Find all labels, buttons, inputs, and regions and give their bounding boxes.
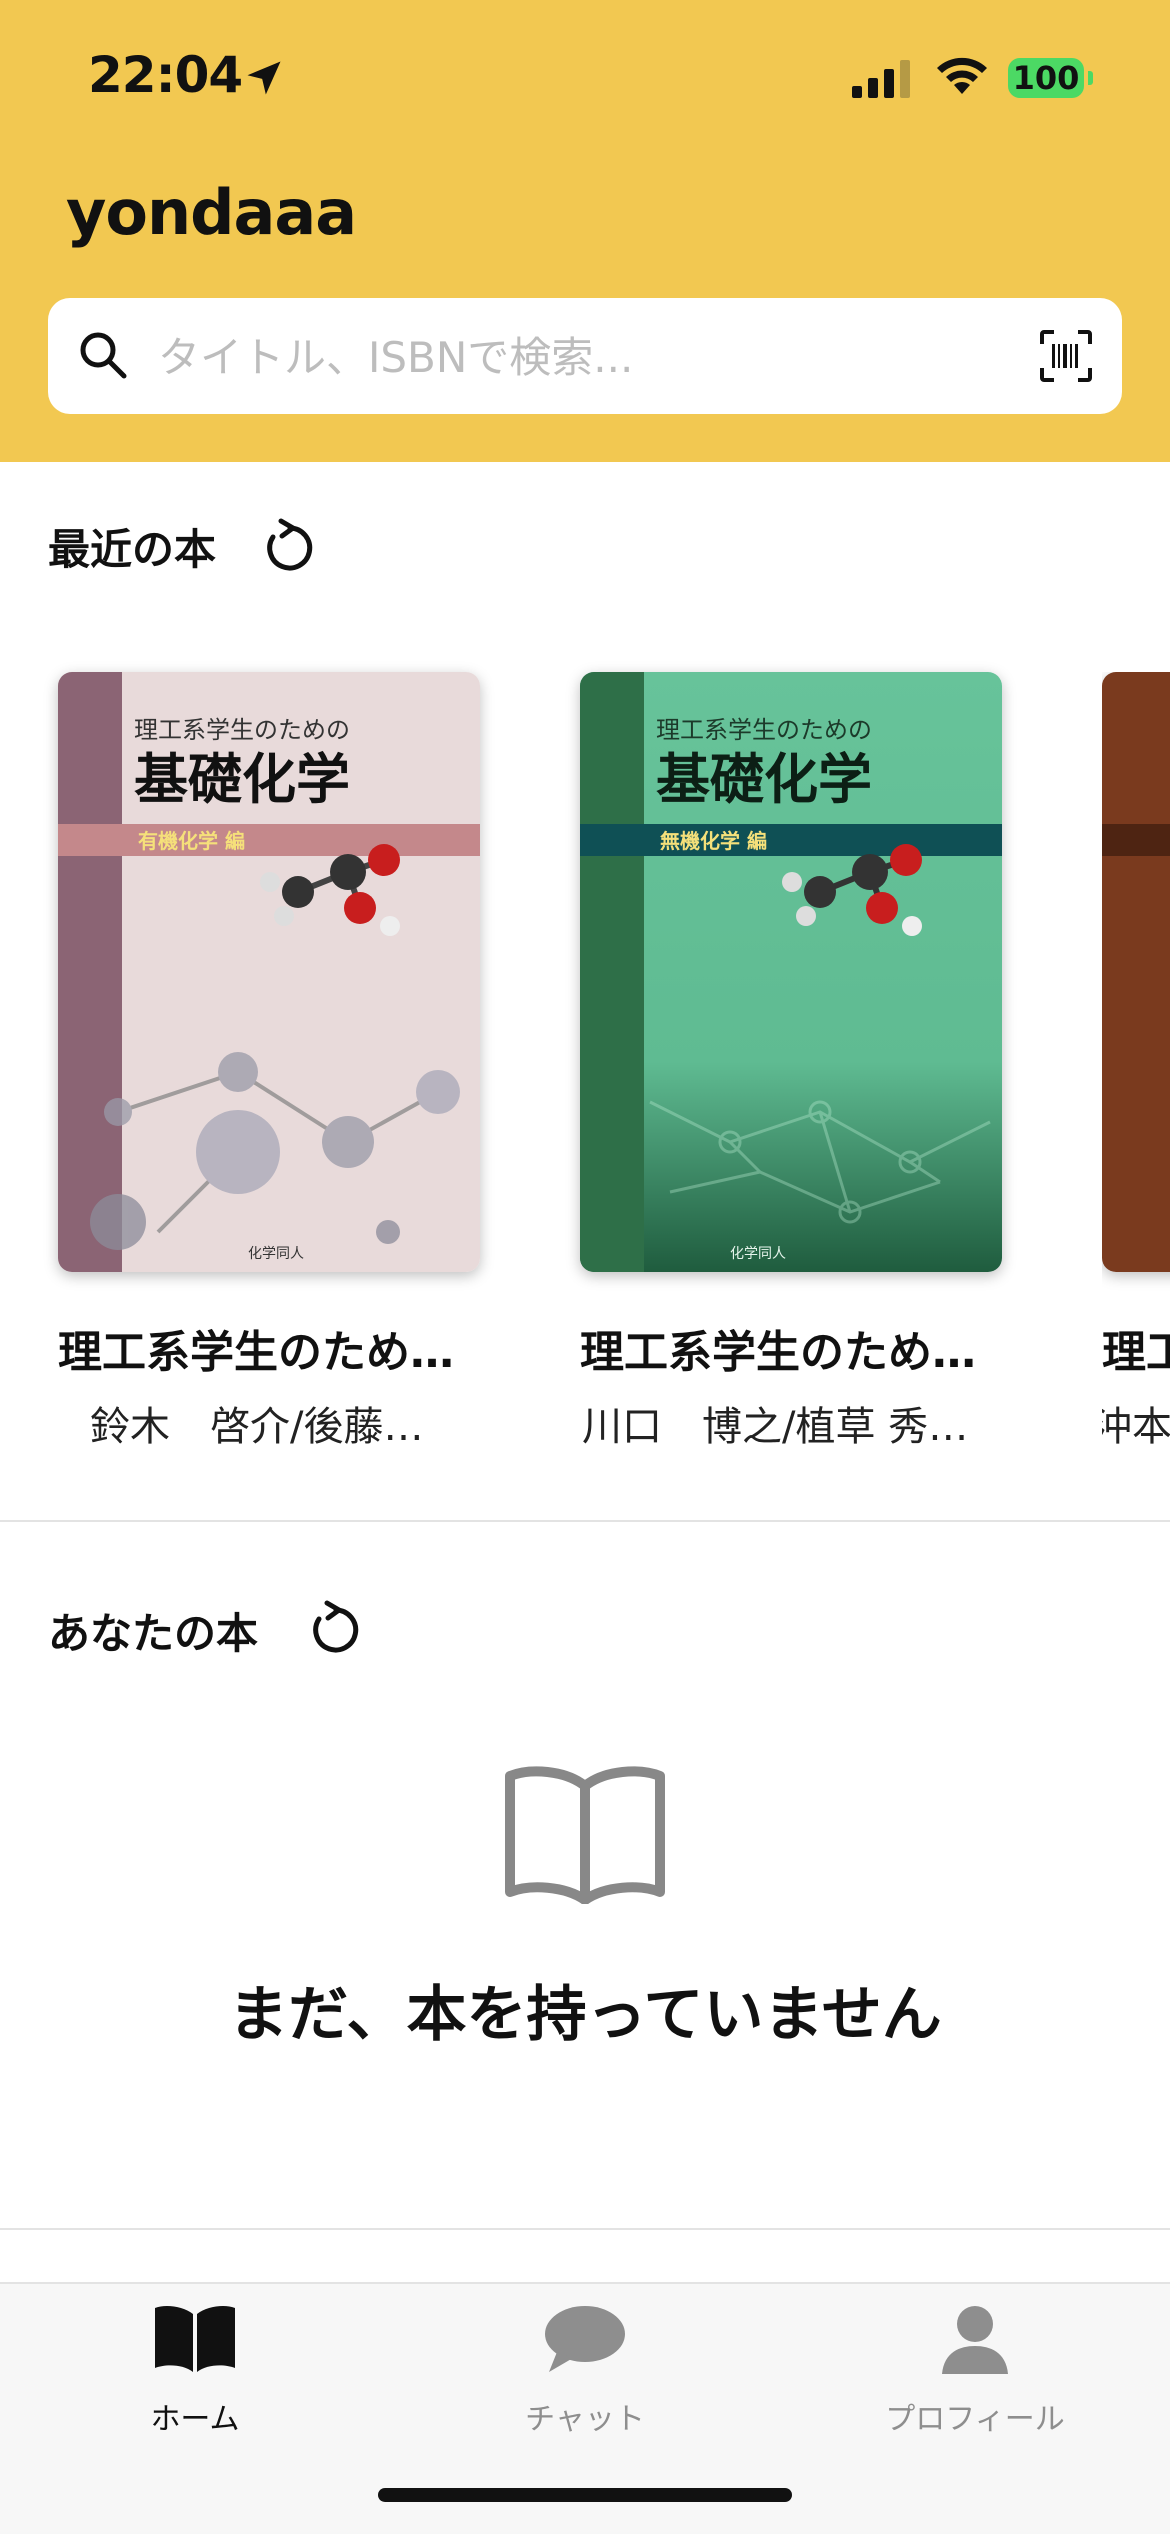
cover-publisher: 化学同人 (248, 1246, 304, 1262)
your-books-title: あなたの本 (48, 1609, 259, 1658)
empty-state-text: まだ、本を持っていません (228, 1980, 942, 2050)
tab-label: ホーム (150, 2402, 240, 2437)
book-author: 鈴木 啓介/後藤… (90, 1404, 424, 1450)
section-divider (0, 1520, 1170, 1522)
cover-band: 有機化学 編 (138, 829, 245, 853)
status-time: 22:04 (88, 46, 243, 104)
cover-band: 無機化学 編 (660, 829, 767, 853)
search-input[interactable] (156, 320, 1060, 394)
refresh-recent-icon[interactable] (262, 518, 318, 576)
book-cover (1102, 672, 1170, 1272)
section-divider (0, 2228, 1170, 2230)
app-title: yondaaa (66, 176, 357, 249)
recent-book-3[interactable]: 理工 沖本 (1102, 672, 1170, 1452)
cover-title: 基礎化学 (134, 748, 350, 811)
cover-subtitle: 理工系学生のための (134, 716, 350, 744)
search-bar[interactable] (48, 298, 1122, 414)
tab-profile[interactable]: プロフィール (780, 2284, 1170, 2454)
book-title: 理工 (1102, 1327, 1170, 1378)
barcode-scan-icon[interactable] (1038, 328, 1094, 384)
cover-title: 基礎化学 (656, 748, 872, 811)
person-icon (942, 2306, 1008, 2374)
book-author: 川口 博之/植草 秀… (582, 1404, 969, 1450)
battery-tip (1088, 71, 1093, 85)
recent-books-title: 最近の本 (48, 525, 217, 574)
wifi-icon (937, 57, 987, 94)
cellular-signal-icon (852, 60, 910, 98)
cover-publisher: 化学同人 (730, 1246, 786, 1262)
location-arrow-icon (247, 61, 281, 95)
refresh-yours-icon[interactable] (308, 1600, 364, 1658)
tab-label: チャット (525, 2402, 645, 2437)
home-indicator (378, 2488, 792, 2502)
chat-bubble-icon (545, 2306, 625, 2372)
battery-indicator: 100 (1008, 58, 1084, 98)
tab-chat[interactable]: チャット (390, 2284, 780, 2454)
header-bar: 22:04 100 yondaaa (0, 0, 1170, 462)
tab-label: プロフィール (885, 2402, 1065, 2437)
tab-home[interactable]: ホーム (0, 2284, 390, 2454)
book-title: 理工系学生のため… (580, 1327, 976, 1378)
cover-subtitle: 理工系学生のための (656, 716, 872, 744)
search-icon (80, 332, 127, 379)
book-cover: 理工系学生のための 基礎化学 無機化学 編 化学同人 (580, 672, 1002, 1272)
open-book-icon (505, 1766, 665, 1904)
home-book-icon (155, 2306, 235, 2372)
book-author: 沖本 (1102, 1404, 1170, 1450)
book-title: 理工系学生のため… (58, 1327, 454, 1378)
book-cover: 理工系学生のための 基礎化学 有機化学 編 化学同人 (58, 672, 480, 1272)
